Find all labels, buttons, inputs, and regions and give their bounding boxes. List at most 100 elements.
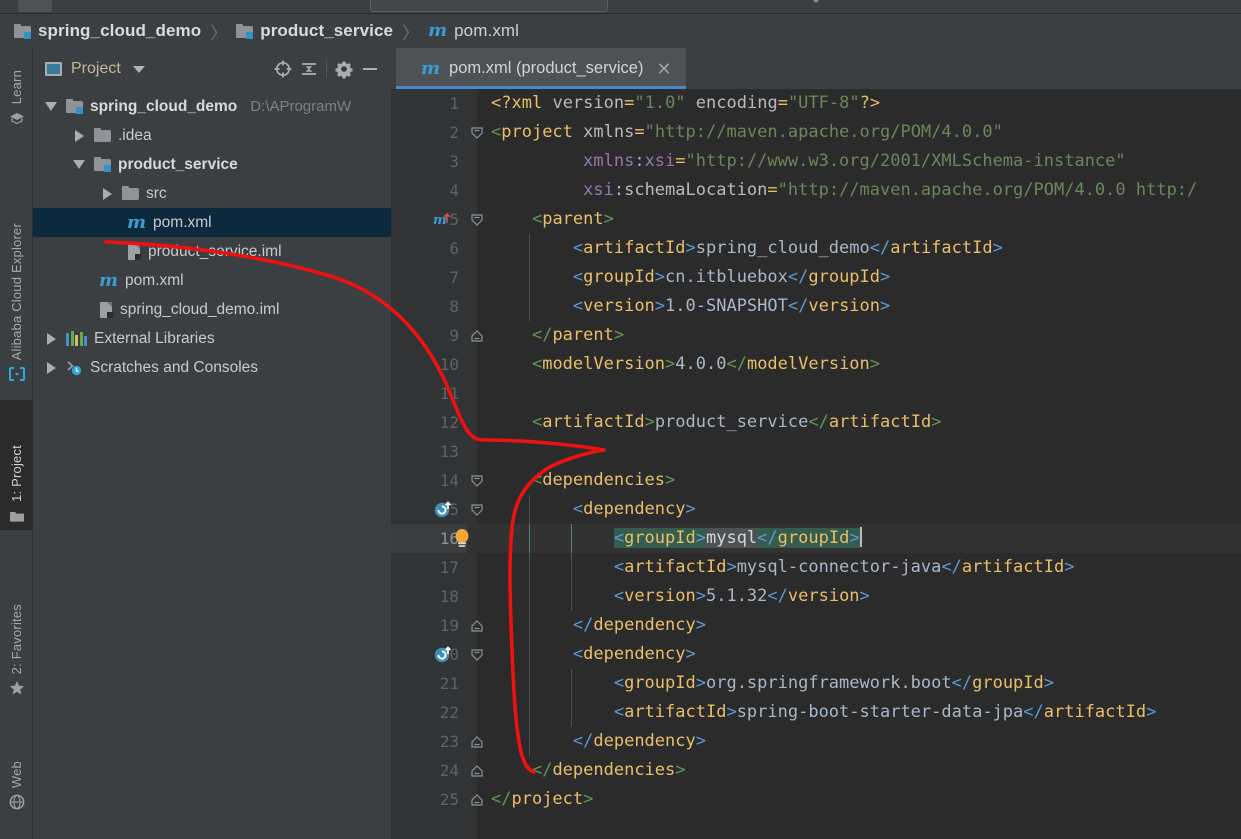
- chevron-down-icon[interactable]: [133, 66, 145, 73]
- code-line: 19 </dependency>: [391, 611, 1241, 640]
- breadcrumb-item-project[interactable]: spring_cloud_demo: [14, 21, 201, 41]
- project-tree: spring_cloud_demo D:\AProgramW .idea pro…: [33, 90, 391, 382]
- tree-node-spring-cloud-demo[interactable]: spring_cloud_demo D:\AProgramW: [33, 92, 391, 121]
- sidebar-item-persistence[interactable]: ence: [0, 818, 33, 839]
- code-line: 15 <dependency>: [391, 495, 1241, 524]
- minimize-icon[interactable]: [357, 56, 383, 82]
- close-icon[interactable]: ✕: [656, 60, 671, 78]
- fold-collapse-icon[interactable]: [469, 495, 485, 524]
- twisty-right-icon[interactable]: [71, 130, 87, 142]
- tree-node-product-service-iml[interactable]: product_service.iml: [33, 237, 391, 266]
- twisty-right-icon[interactable]: [43, 333, 59, 345]
- code-line: 7 <groupId>cn.itbluebox</groupId>: [391, 263, 1241, 292]
- editor-tab-pom-xml[interactable]: m pom.xml (product_service) ✕: [396, 48, 686, 89]
- code-line: 9 </parent>: [391, 321, 1241, 350]
- sidebar-item-favorites[interactable]: 2: Favorites: [0, 534, 33, 702]
- code-line: 24 </dependencies>: [391, 756, 1241, 785]
- run-configuration-selector[interactable]: [370, 0, 608, 12]
- code-line: 22 <artifactId>spring-boot-starter-data-…: [391, 698, 1241, 727]
- chevron-down-icon[interactable]: [812, 0, 820, 3]
- sidebar-item-learn[interactable]: Learn: [0, 48, 33, 132]
- tree-node-pom-xml-module[interactable]: m pom.xml: [33, 208, 391, 237]
- breadcrumb-separator: 〉: [400, 19, 421, 44]
- tree-node-src[interactable]: src: [33, 179, 391, 208]
- fold-collapse-icon[interactable]: [469, 205, 485, 234]
- code-line-current[interactable]: 16 <groupId>mysql</groupId>: [391, 524, 1241, 553]
- line-number: 2: [391, 118, 467, 147]
- line-number: 13: [391, 437, 467, 466]
- fold-end-icon[interactable]: [469, 785, 485, 814]
- left-tool-window-bar: Learn Alibaba Cloud Explorer 1: Project: [0, 48, 33, 839]
- collapse-all-icon[interactable]: [296, 56, 322, 82]
- alibaba-cloud-icon: [9, 366, 25, 382]
- module-folder-icon: [94, 157, 111, 172]
- gear-icon[interactable]: [331, 56, 357, 82]
- tree-node-external-libraries[interactable]: External Libraries: [33, 324, 391, 353]
- code-lines: 1<?xml version="1.0" encoding="UTF-8"?> …: [391, 89, 1241, 814]
- project-tool-window: Project: [33, 48, 391, 839]
- fold-end-icon[interactable]: [469, 321, 485, 350]
- tree-node-label: .idea: [118, 127, 152, 145]
- code-line: 20 <dependency>: [391, 640, 1241, 669]
- dependency-download-icon[interactable]: [433, 500, 453, 520]
- module-folder-icon: [14, 24, 31, 39]
- tree-node-label: src: [146, 185, 167, 203]
- twisty-right-icon[interactable]: [99, 188, 115, 200]
- breadcrumb-item-file[interactable]: m pom.xml: [428, 21, 519, 41]
- twisty-right-icon[interactable]: [43, 362, 59, 374]
- tree-node-label: External Libraries: [94, 330, 215, 348]
- fold-collapse-icon[interactable]: [469, 466, 485, 495]
- tree-node-pom-xml-root[interactable]: m pom.xml: [33, 266, 391, 295]
- twisty-down-icon[interactable]: [71, 160, 87, 169]
- globe-icon: [9, 794, 25, 810]
- code-line: 21 <groupId>org.springframework.boot</gr…: [391, 669, 1241, 698]
- maven-navigate-up-icon[interactable]: m: [433, 210, 453, 230]
- line-number: 24: [391, 756, 467, 785]
- module-folder-icon: [236, 24, 253, 39]
- line-number: 8: [391, 292, 467, 321]
- code-line: 13: [391, 437, 1241, 466]
- code-line: 8 <version>1.0-SNAPSHOT</version>: [391, 292, 1241, 321]
- breadcrumb-item-module[interactable]: product_service: [236, 21, 393, 41]
- toolbar-button-group[interactable]: [18, 0, 52, 12]
- sidebar-item-web[interactable]: Web: [0, 708, 33, 816]
- line-number: 22: [391, 698, 467, 727]
- tree-node-spring-cloud-demo-iml[interactable]: spring_cloud_demo.iml: [33, 295, 391, 324]
- dependency-download-icon[interactable]: [433, 645, 453, 665]
- module-folder-icon: [66, 99, 83, 114]
- project-folder-icon: [9, 508, 25, 524]
- tree-node-product-service[interactable]: product_service: [33, 150, 391, 179]
- toolbar-divider: [326, 60, 327, 78]
- code-line: 1<?xml version="1.0" encoding="UTF-8"?>: [391, 89, 1241, 118]
- code-editor[interactable]: 1<?xml version="1.0" encoding="UTF-8"?> …: [391, 89, 1241, 839]
- maven-icon: m: [99, 272, 118, 290]
- tree-node-scratches-and-consoles[interactable]: Scratches and Consoles: [33, 353, 391, 382]
- tree-node-label: Scratches and Consoles: [90, 359, 258, 377]
- line-number: 3: [391, 147, 467, 176]
- tree-node-label: product_service.iml: [148, 243, 282, 261]
- fold-end-icon[interactable]: [469, 611, 485, 640]
- fold-collapse-icon[interactable]: [469, 640, 485, 669]
- sidebar-item-label: 2: Favorites: [9, 604, 24, 674]
- fold-end-icon[interactable]: [469, 727, 485, 756]
- code-line: 12 <artifactId>product_service</artifact…: [391, 408, 1241, 437]
- breadcrumb: spring_cloud_demo 〉 product_service 〉 m …: [0, 14, 1241, 48]
- line-number: 4: [391, 176, 467, 205]
- code-line: 3 xmlns:xsi="http://www.w3.org/2001/XMLS…: [391, 147, 1241, 176]
- sidebar-item-alibaba-cloud-explorer[interactable]: Alibaba Cloud Explorer: [0, 132, 33, 388]
- sidebar-item-project[interactable]: 1: Project: [0, 400, 33, 530]
- line-number: 23: [391, 727, 467, 756]
- breadcrumb-label: product_service: [260, 21, 393, 41]
- tree-node-label: pom.xml: [153, 214, 212, 232]
- maven-icon: m: [127, 214, 146, 232]
- intention-bulb-icon[interactable]: [451, 527, 473, 551]
- select-opens-target-icon[interactable]: [270, 56, 296, 82]
- line-number: 7: [391, 263, 467, 292]
- twisty-down-icon[interactable]: [43, 102, 59, 111]
- fold-end-icon[interactable]: [469, 756, 485, 785]
- folder-icon: [122, 186, 139, 201]
- line-number: 18: [391, 582, 467, 611]
- tree-node-idea[interactable]: .idea: [33, 121, 391, 150]
- fold-collapse-icon[interactable]: [469, 118, 485, 147]
- line-number: 17: [391, 553, 467, 582]
